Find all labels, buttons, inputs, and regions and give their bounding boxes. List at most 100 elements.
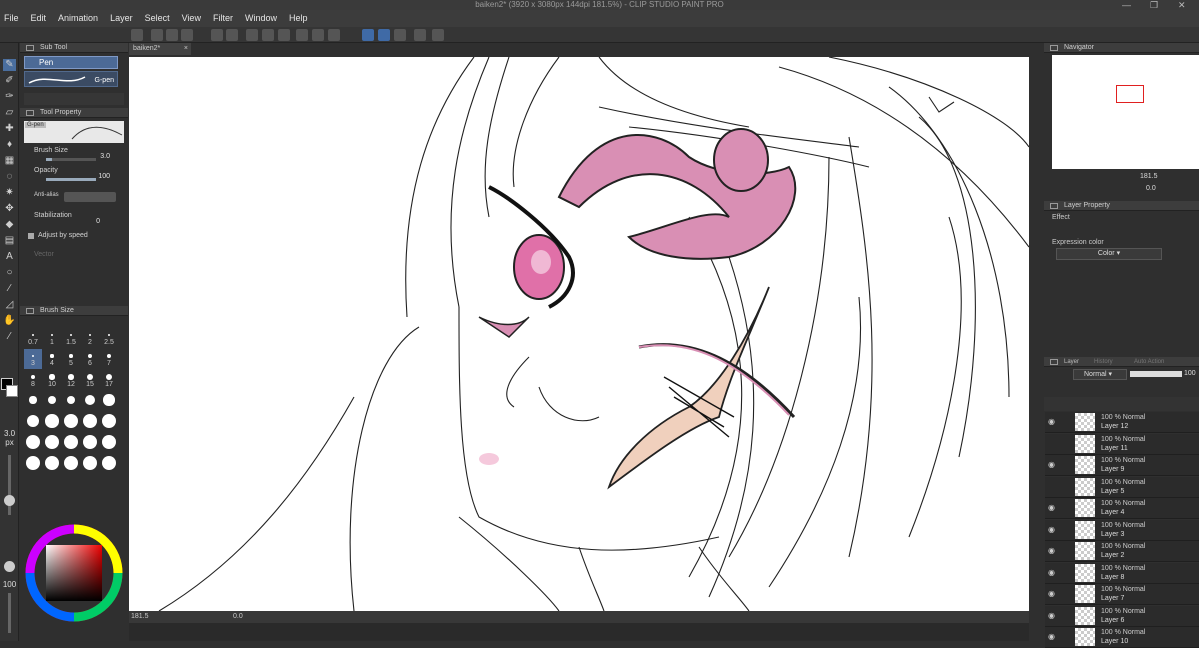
visibility-eye-icon[interactable]: ◉ [1048, 461, 1057, 469]
visibility-eye-icon[interactable]: ◉ [1048, 504, 1057, 512]
tab-auto-action[interactable]: Auto Action [1134, 359, 1164, 365]
clear-icon[interactable] [246, 29, 258, 41]
opacity-prop-value[interactable]: 100 [98, 173, 110, 180]
deselect-icon[interactable] [312, 29, 324, 41]
brush-size-option[interactable]: 2 [81, 328, 99, 348]
brush-size-option[interactable]: 17 [100, 370, 118, 390]
navigator-rotation-value[interactable]: 0.0 [1146, 185, 1156, 192]
snap-grid-icon[interactable] [394, 29, 406, 41]
visibility-eye-icon[interactable]: ◉ [1048, 611, 1057, 620]
menu-filter[interactable]: Filter [213, 10, 233, 27]
layer-row[interactable]: 100 % Normal Layer 11 [1045, 433, 1199, 455]
color-chip[interactable] [1, 378, 18, 398]
brush-size-bar[interactable] [46, 158, 96, 161]
frame-tool-icon[interactable]: ◿ [3, 299, 16, 311]
secondary-color-swatch[interactable] [6, 385, 18, 397]
brush-size-slider-track[interactable] [8, 455, 11, 515]
menu-view[interactable]: View [182, 10, 201, 27]
sub-tool-gpen[interactable]: G-pen [24, 71, 118, 87]
brush-size-option[interactable]: 2.5 [100, 328, 118, 348]
brush-size-option[interactable] [43, 391, 61, 411]
brush-size-option[interactable] [43, 412, 61, 432]
antialias-property[interactable]: Anti-alias [20, 192, 128, 212]
layer-row[interactable]: ◉ 100 % Normal Layer 2 [1045, 541, 1199, 562]
blend-mode-dropdown[interactable]: Normal ▾ [1073, 369, 1127, 380]
line-tool-icon[interactable]: ∕ [3, 283, 16, 295]
brush-size-option[interactable] [24, 391, 42, 411]
decoration-tool-icon[interactable]: ✚ [3, 123, 16, 135]
antialias-selector[interactable] [64, 192, 116, 202]
rotation-readout[interactable]: 0.0 [233, 611, 243, 623]
brush-size-option[interactable]: 5 [62, 349, 80, 369]
brush-size-option[interactable] [81, 433, 99, 453]
brush-size-slider-knob[interactable] [4, 495, 15, 506]
crop-icon[interactable] [328, 29, 340, 41]
layer-opacity-slider[interactable] [1130, 371, 1182, 377]
color-wheel[interactable] [24, 523, 124, 623]
brush-size-option[interactable] [100, 454, 118, 474]
brush-size-option[interactable]: 7 [100, 349, 118, 369]
layer-row[interactable]: ◉ 100 % Normal Layer 8 [1045, 562, 1199, 584]
brush-size-option[interactable] [100, 433, 118, 453]
visibility-eye-icon[interactable]: ◉ [1048, 590, 1057, 598]
layer-row[interactable]: 100 % Normal Layer 5 [1045, 476, 1199, 498]
maximize-button[interactable]: ❐ [1150, 0, 1158, 10]
snap-ruler-icon[interactable] [362, 29, 374, 41]
stabilization-property[interactable]: Stabilization 0 [20, 212, 128, 232]
fill-icon[interactable] [278, 29, 290, 41]
brush-size-option[interactable] [62, 454, 80, 474]
open-file-icon[interactable] [166, 29, 178, 41]
undo-icon[interactable] [211, 29, 223, 41]
menu-select[interactable]: Select [145, 10, 170, 27]
sub-tool-pen[interactable]: Pen [24, 56, 118, 69]
layer-opacity-value[interactable]: 100 [1184, 370, 1196, 377]
visibility-eye-icon[interactable]: ◉ [1048, 418, 1057, 426]
opacity-property[interactable]: Opacity 100 [20, 167, 128, 187]
menu-window[interactable]: Window [245, 10, 277, 27]
layer-row[interactable]: ◉ 100 % Normal Layer 9 [1045, 455, 1199, 476]
brush-size-property[interactable]: Brush Size 3.0 [20, 147, 128, 167]
brush-size-option[interactable] [43, 454, 61, 474]
visibility-eye-icon[interactable] [1048, 483, 1057, 491]
save-icon[interactable] [181, 29, 193, 41]
navigator-rotation-row[interactable]: 0.0 [1048, 185, 1195, 196]
brush-size-option[interactable]: 10 [43, 370, 61, 390]
navigator-preview[interactable] [1052, 55, 1199, 169]
text-tool-icon[interactable]: A [3, 251, 16, 263]
tab-history[interactable]: History [1094, 359, 1113, 365]
settings-icon[interactable] [414, 29, 426, 41]
new-file-icon[interactable] [151, 29, 163, 41]
menu-edit[interactable]: Edit [31, 10, 47, 27]
brush-size-option[interactable]: 0.7 [24, 328, 42, 348]
brush-tool-icon[interactable]: ✑ [3, 91, 16, 103]
home-icon[interactable] [131, 29, 143, 41]
brush-size-option[interactable] [100, 412, 118, 432]
visibility-eye-icon[interactable]: ◉ [1048, 633, 1057, 641]
adjust-by-speed-checkbox[interactable] [28, 233, 34, 239]
layer-row[interactable]: ◉ 100 % Normal Layer 3 [1045, 519, 1199, 541]
brush-size-option[interactable] [24, 433, 42, 453]
document-tab-close-icon[interactable]: × [184, 43, 188, 55]
move-tool-icon[interactable]: ✥ [3, 203, 16, 215]
brush-size-option[interactable]: 15 [81, 370, 99, 390]
hand-tool-icon[interactable]: ✋ [3, 315, 16, 327]
brush-size-option[interactable] [24, 454, 42, 474]
layer-row[interactable]: ◉ 100 % Normal Layer 10 [1045, 627, 1199, 648]
blend-tool-icon[interactable]: ♦ [3, 139, 16, 151]
navigator-zoom-row[interactable]: 181.5 [1048, 173, 1195, 184]
layer-row[interactable]: ◉ 100 % Normal Layer 4 [1045, 498, 1199, 519]
layer-row[interactable]: ◉ 100 % Normal Layer 6 [1045, 605, 1199, 627]
help-icon[interactable] [432, 29, 444, 41]
pen-tool-icon[interactable]: ✎ [3, 59, 16, 71]
eyedropper-tool-icon[interactable]: ⁄ [3, 331, 16, 343]
transform-icon[interactable] [262, 29, 274, 41]
menu-file[interactable]: File [4, 10, 19, 27]
brush-size-option[interactable] [100, 391, 118, 411]
opacity-slider-track[interactable] [8, 593, 11, 633]
brush-size-option[interactable] [62, 391, 80, 411]
fill-tool-icon[interactable]: ◆ [3, 219, 16, 231]
brush-size-option[interactable] [81, 412, 99, 432]
brush-size-option[interactable] [81, 454, 99, 474]
auto-select-tool-icon[interactable]: ✷ [3, 187, 16, 199]
brush-size-option[interactable] [62, 412, 80, 432]
